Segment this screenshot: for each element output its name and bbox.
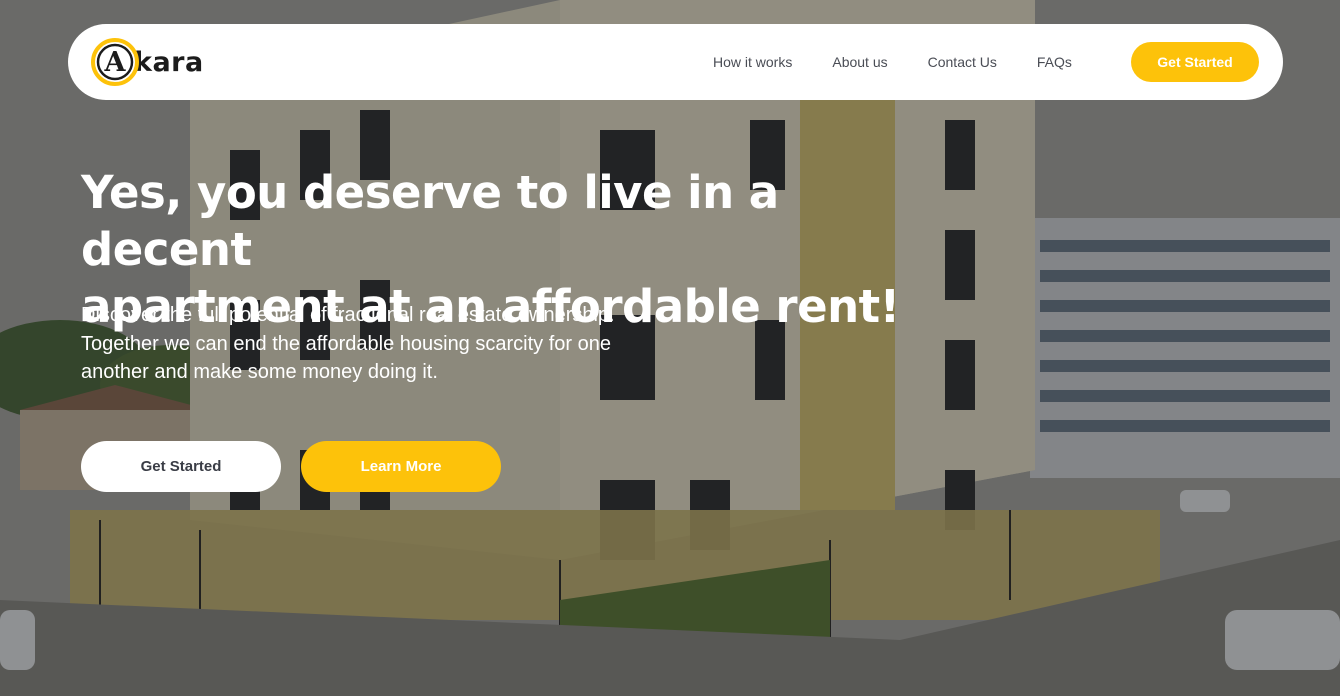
hero-get-started-button[interactable]: Get Started <box>81 441 281 492</box>
nav-link-about-us[interactable]: About us <box>832 54 887 70</box>
logo-mark-icon: A <box>90 37 140 87</box>
logo-letter: A <box>104 47 127 78</box>
logo-text: kara <box>134 46 204 78</box>
logo[interactable]: A kara <box>90 37 204 87</box>
nav-get-started-button[interactable]: Get Started <box>1131 42 1259 82</box>
hero-learn-more-button[interactable]: Learn More <box>301 441 501 492</box>
nav-links: How it works About us Contact Us FAQs <box>713 24 1112 100</box>
nav-link-contact-us[interactable]: Contact Us <box>928 54 997 70</box>
navbar: A kara How it works About us Contact Us … <box>68 24 1283 100</box>
nav-link-how-it-works[interactable]: How it works <box>713 54 792 70</box>
hero-headline-line-1: Yes, you deserve to live in a decent <box>81 166 779 276</box>
hero-subtext: Discover the full potential of fractiona… <box>81 304 615 383</box>
nav-link-faqs[interactable]: FAQs <box>1037 54 1072 70</box>
